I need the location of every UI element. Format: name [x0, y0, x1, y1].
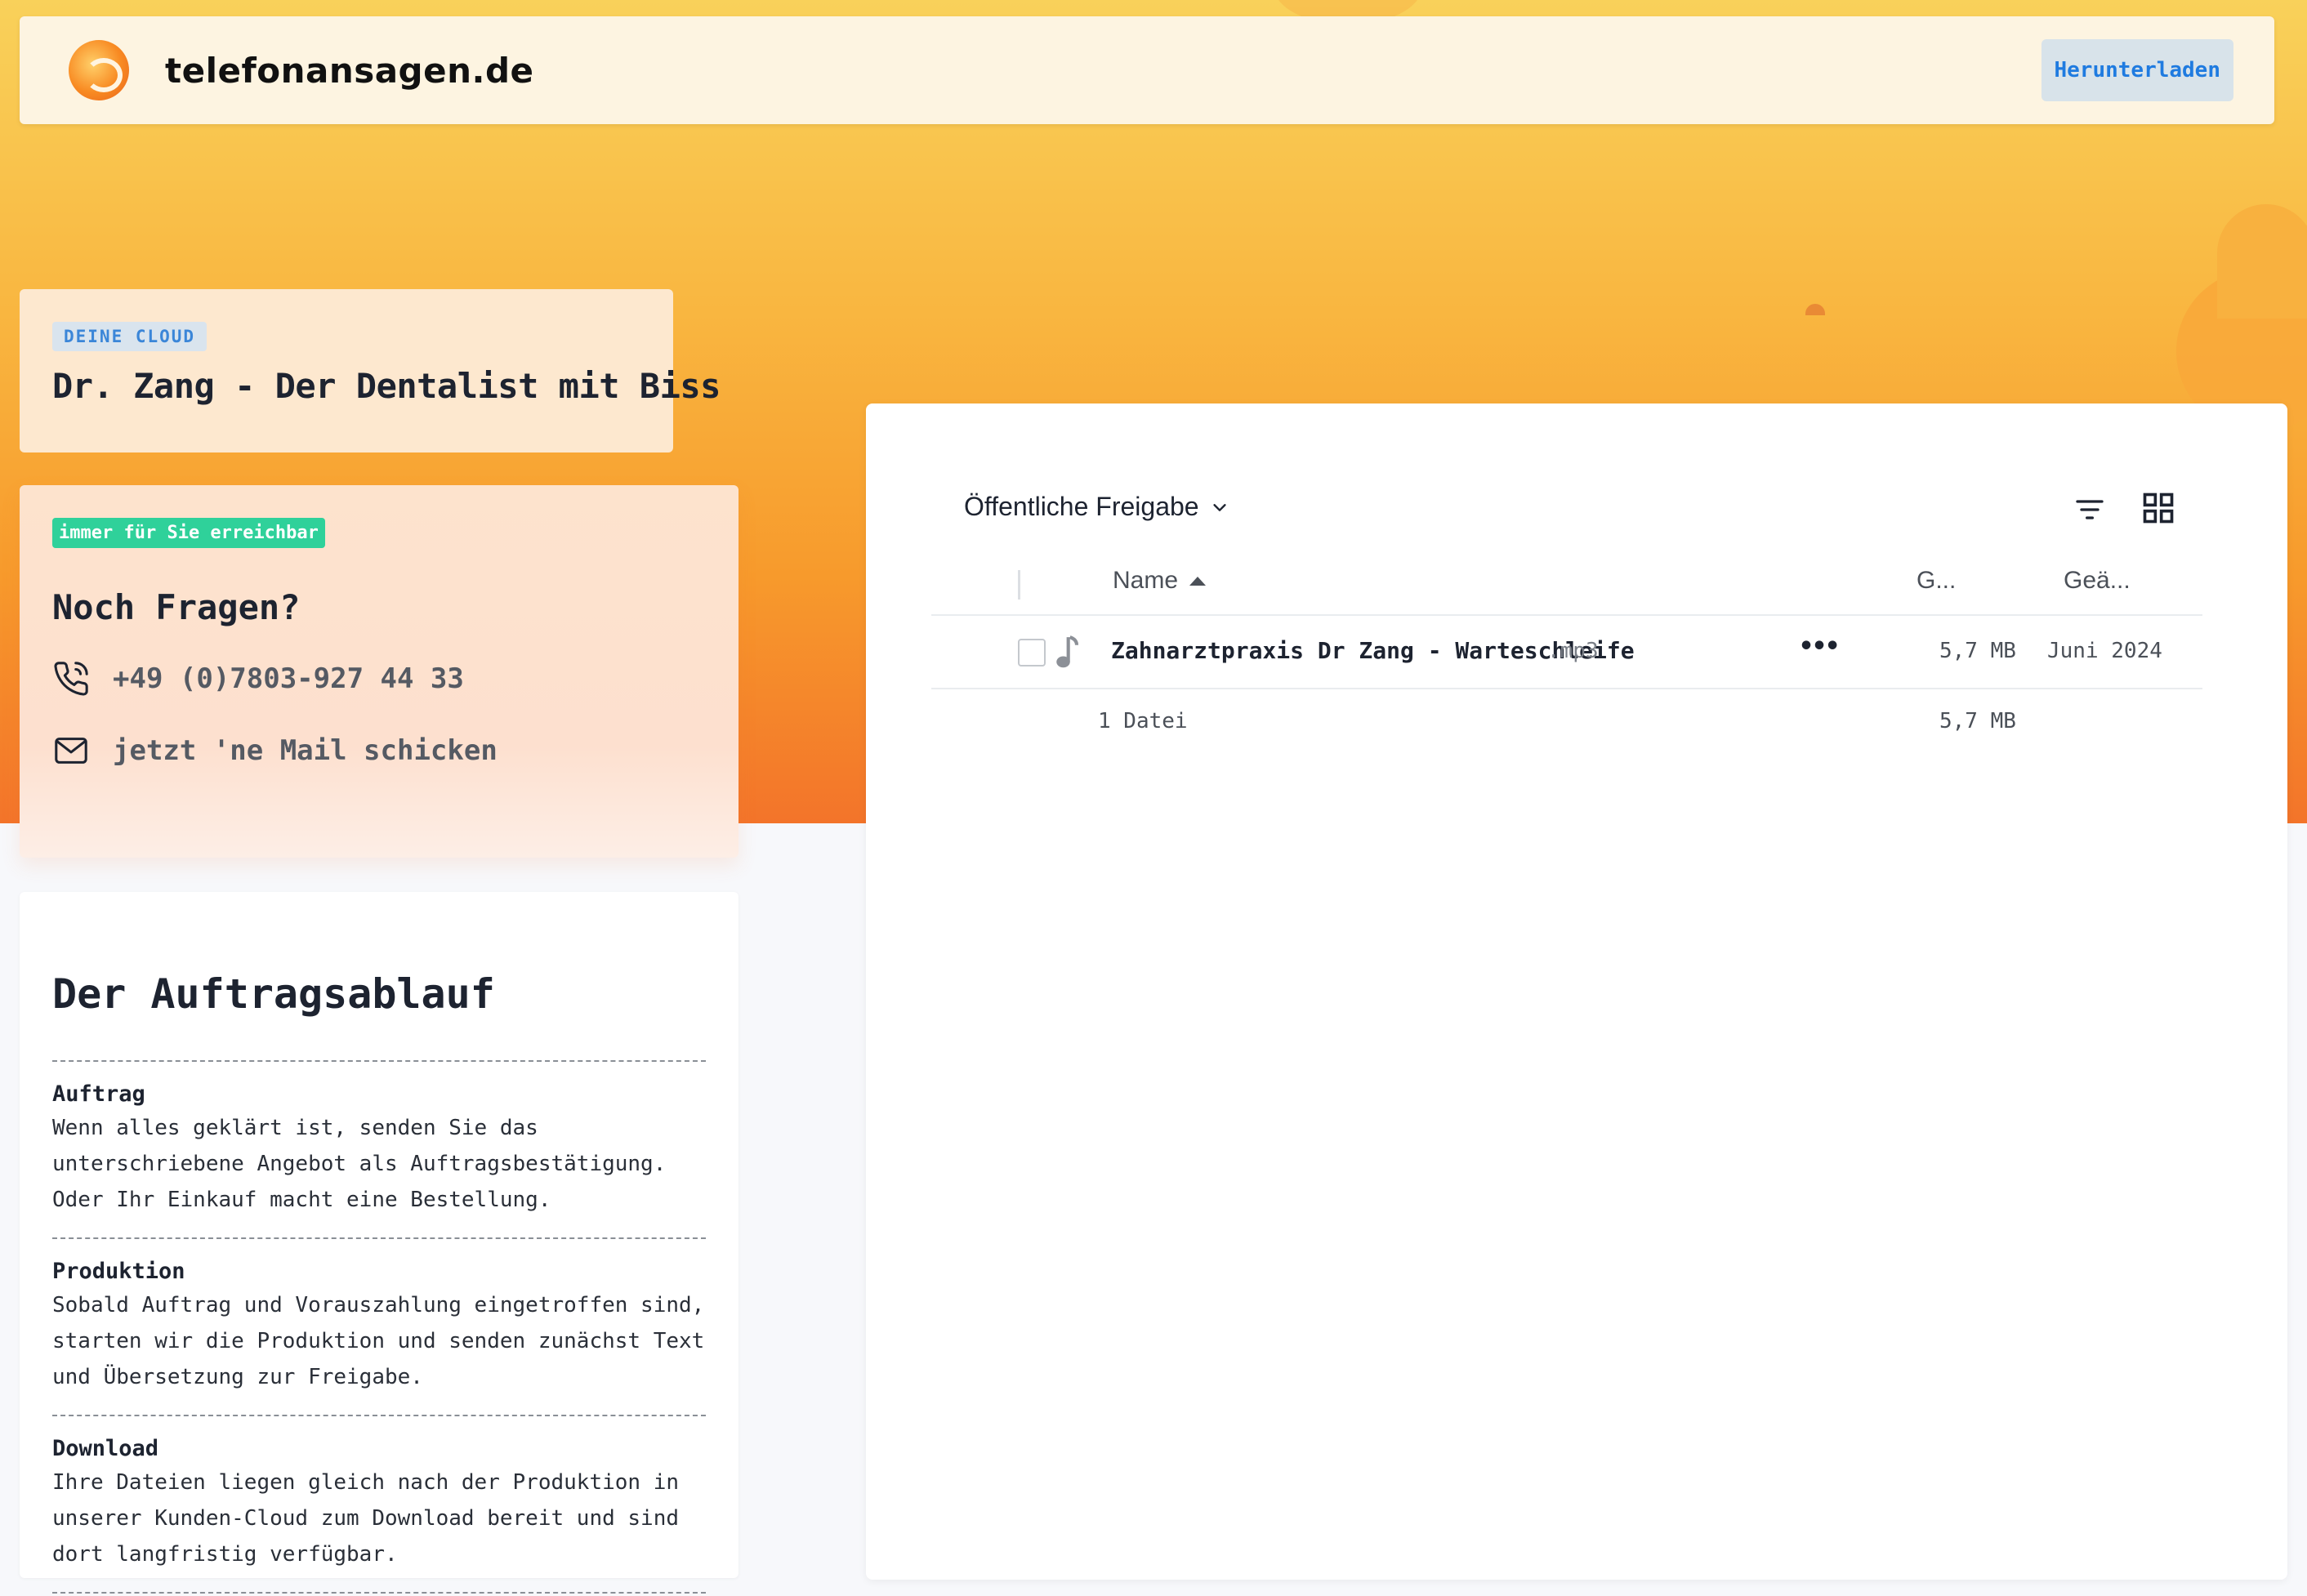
brand-name[interactable]: telefonansagen.de [165, 51, 534, 91]
process-title: Der Auftragsablauf [52, 970, 495, 1018]
phone-link[interactable]: +49 (0)7803-927 44 33 [52, 658, 706, 699]
top-header: telefonansagen.de Herunterladen [20, 16, 2274, 124]
mail-link[interactable]: jetzt 'ne Mail schicken [52, 730, 706, 771]
chevron-down-icon [1212, 503, 1226, 511]
column-changed[interactable]: Geä... [2064, 567, 2131, 595]
column-name[interactable]: Name [1113, 567, 1207, 595]
process-card: Der Auftragsablauf Auftrag Wenn alles ge… [20, 892, 739, 1594]
phone-icon [54, 662, 88, 696]
table-header: Name G... Geä... [931, 564, 2202, 616]
step-title: Download [52, 1436, 159, 1461]
download-button[interactable]: Herunterladen [2041, 39, 2233, 101]
more-actions-icon[interactable]: ••• [1799, 632, 1840, 661]
step-text: Ihre Dateien liegen gleich nach der Prod… [52, 1470, 680, 1567]
decor-shape [1805, 304, 1825, 315]
file-extension: .mp3 [1547, 639, 1599, 663]
process-step: Auftrag Wenn alles geklärt ist, senden S… [52, 1060, 706, 1237]
process-step: Download Ihre Dateien liegen gleich nach… [52, 1415, 706, 1594]
select-all-divider [1018, 570, 1020, 600]
cloud-card: DEINE CLOUD Dr. Zang - Der Dentalist mit… [20, 289, 721, 452]
cloud-tag: DEINE CLOUD [52, 322, 207, 351]
grid-view-icon[interactable] [2140, 490, 2176, 526]
sort-asc-icon [1189, 576, 1207, 586]
contact-card: immer für Sie erreichbar Noch Fragen? +4… [20, 485, 739, 858]
process-step: Produktion Sobald Auftrag und Vorauszahl… [52, 1237, 706, 1415]
step-title: Produktion [52, 1259, 185, 1284]
contact-title: Noch Fragen? [52, 587, 301, 627]
step-text: Sobald Auftrag und Vorauszahlung eingetr… [52, 1293, 705, 1389]
phone-number[interactable]: +49 (0)7803-927 44 33 [113, 662, 464, 695]
music-note-icon [1056, 635, 1079, 668]
total-size: 5,7 MB [1939, 709, 2016, 733]
mail-icon [55, 738, 87, 764]
file-panel: Öffentliche Freigabe Name G... Geä... Za… [866, 403, 2287, 1580]
file-count: 1 Datei [1098, 709, 1188, 733]
share-dropdown[interactable]: Öffentliche Freigabe [964, 492, 1229, 522]
column-name-label: Name [1113, 567, 1179, 594]
availability-badge: immer für Sie erreichbar [52, 518, 325, 548]
file-date: Juni 2024 [2047, 639, 2162, 663]
file-size: 5,7 MB [1939, 639, 2016, 663]
brand-logo-icon[interactable] [69, 40, 129, 100]
table-row[interactable]: Zahnarztpraxis Dr Zang - Warteschleife .… [931, 617, 2202, 689]
decor-cloud [2217, 204, 2307, 319]
table-summary: 1 Datei 5,7 MB [931, 698, 2202, 755]
step-title: Auftrag [52, 1081, 145, 1107]
row-checkbox[interactable] [1018, 639, 1046, 666]
mail-text[interactable]: jetzt 'ne Mail schicken [113, 734, 498, 767]
filter-icon[interactable] [2073, 493, 2106, 526]
cloud-title: Dr. Zang - Der Dentalist mit Biss [52, 366, 721, 406]
share-label: Öffentliche Freigabe [964, 492, 1199, 521]
step-text: Wenn alles geklärt ist, senden Sie das u… [52, 1116, 667, 1212]
column-size[interactable]: G... [1917, 567, 1956, 595]
